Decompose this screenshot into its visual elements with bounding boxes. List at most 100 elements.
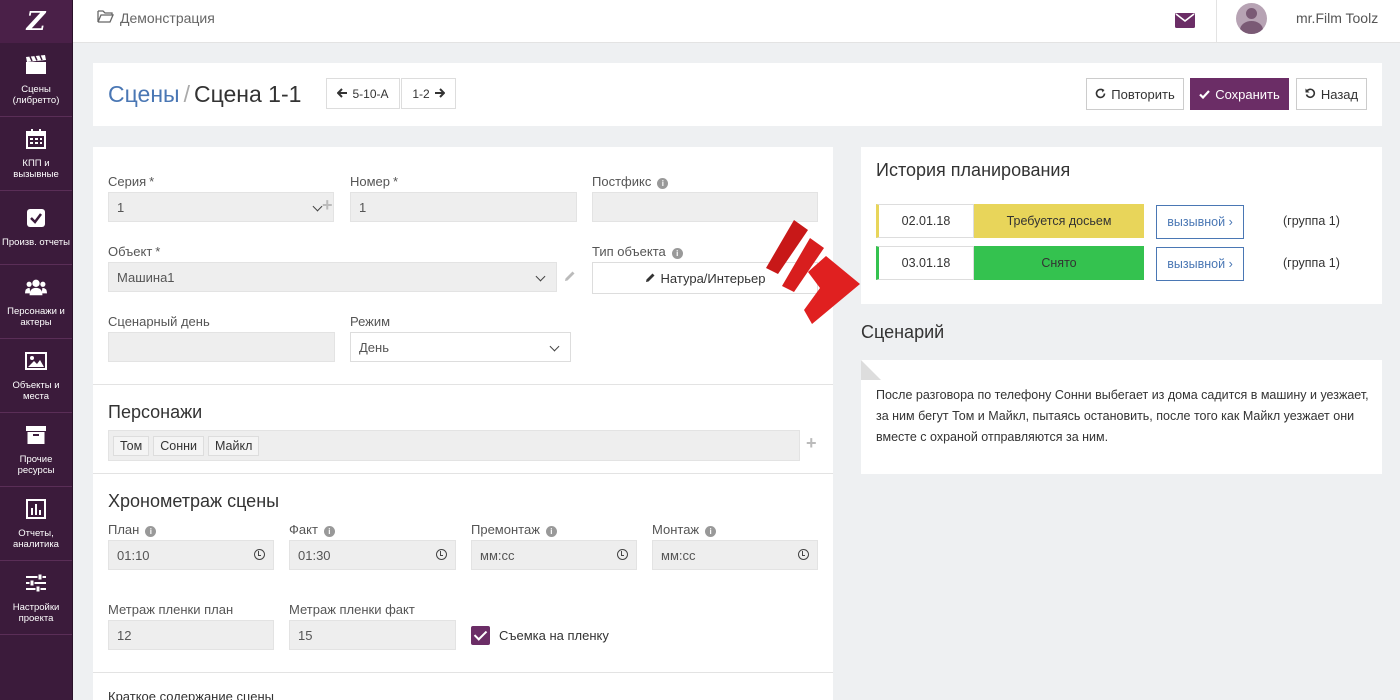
topbar: Демонстрация mr.Film Toolz: [73, 0, 1400, 43]
film-shoot-checkbox[interactable]: [471, 626, 490, 645]
fact-time-input[interactable]: 01:30: [289, 540, 456, 570]
sidebar-item-label: Сцены (либретто): [12, 83, 60, 106]
scene-form: Серия * 1 + Номер * 1 Постфикс i Объект * Ма…: [93, 147, 833, 700]
sidebar-item-production-reports[interactable]: Произв. отчеты: [0, 191, 72, 265]
history-group: (группа 1): [1283, 256, 1340, 270]
repeat-button[interactable]: Повторить: [1086, 78, 1184, 110]
scene-title: Сцена 1-1: [193, 81, 302, 107]
user-name[interactable]: mr.Film Toolz: [1296, 10, 1378, 26]
plan-label: План i: [108, 522, 157, 537]
refresh-icon: [1095, 87, 1106, 102]
sidebar-item-locations[interactable]: Объекты и места: [0, 339, 72, 413]
series-select[interactable]: 1: [108, 192, 334, 222]
object-label: Объект *: [108, 244, 161, 259]
info-icon[interactable]: i: [671, 248, 683, 259]
mode-select[interactable]: День: [350, 332, 571, 362]
number-label: Номер *: [350, 174, 399, 189]
divider: [93, 672, 833, 673]
folder-icon: [97, 10, 114, 26]
clock-icon: [617, 549, 628, 560]
film-fact-label: Метраж пленки факт: [289, 602, 415, 617]
object-type-label: Тип объекта i: [592, 244, 683, 259]
sidebar-item-settings[interactable]: Настройки проекта: [0, 561, 72, 635]
number-input[interactable]: 1: [350, 192, 577, 222]
red-arrow-annotation: [760, 212, 862, 330]
characters-title: Персонажи: [108, 402, 203, 422]
arrow-left-icon: [337, 87, 348, 101]
users-icon: [25, 276, 47, 298]
app-logo[interactable]: Z: [0, 0, 72, 43]
object-select[interactable]: Машина1: [108, 262, 557, 292]
film-fact-input[interactable]: 15: [289, 620, 456, 650]
title-separator: /: [183, 81, 190, 107]
sidebar-item-resources[interactable]: Прочие ресурсы: [0, 413, 72, 487]
prev-scene-button[interactable]: 5-10-А: [326, 78, 400, 109]
divider: [93, 384, 833, 385]
timing-title: Хронометраж сцены: [108, 491, 280, 511]
sidebar-item-label: КПП и вызывные: [13, 157, 59, 180]
scenes-link[interactable]: Сцены: [108, 81, 180, 107]
corner-fold: [861, 360, 881, 380]
history-group: (группа 1): [1283, 214, 1340, 228]
character-tag[interactable]: Сонни: [153, 435, 204, 456]
sidebar-item-label: Произв. отчеты: [2, 237, 70, 248]
sidebar-item-label: Настройки проекта: [12, 601, 60, 624]
sidebar-item-analytics[interactable]: Отчеты, аналитика: [0, 487, 72, 561]
avatar[interactable]: [1236, 3, 1267, 34]
sidebar-item-label: Прочие ресурсы: [17, 453, 55, 476]
save-button[interactable]: Сохранить: [1190, 78, 1289, 110]
sidebar-item-characters[interactable]: Персонажи и актеры: [0, 265, 72, 339]
fact-label: Факт i: [289, 522, 335, 537]
film-plan-label: Метраж пленки план: [108, 602, 234, 617]
info-icon[interactable]: i: [705, 526, 717, 537]
script-day-input[interactable]: [108, 332, 335, 362]
sidebar: Z Сцены (либретто) КПП и вызывные Произв…: [0, 0, 73, 700]
clock-icon: [254, 549, 265, 560]
sidebar-item-callsheets[interactable]: КПП и вызывные: [0, 117, 72, 191]
object-type-value: Натура/Интерьер: [660, 270, 766, 286]
bar-chart-icon: [25, 498, 47, 520]
premontage-time-input[interactable]: мм:сс: [471, 540, 637, 570]
character-tag[interactable]: Майкл: [208, 435, 260, 456]
summary-label: Краткое содержание сцены: [108, 689, 275, 700]
characters-input[interactable]: Том Сонни Майкл: [108, 430, 800, 461]
script-day-label: Сценарный день: [108, 314, 210, 329]
info-icon[interactable]: i: [145, 526, 157, 537]
sidebar-item-scenes[interactable]: Сцены (либретто): [0, 43, 72, 117]
archive-icon: [25, 424, 47, 446]
character-tag[interactable]: Том: [113, 435, 150, 456]
undo-icon: [1305, 87, 1316, 102]
scenario-title: Сценарий: [861, 322, 945, 342]
postfix-label: Постфикс i: [592, 174, 669, 189]
film-plan-input[interactable]: 12: [108, 620, 274, 650]
status-badge: Требуется досьем: [974, 204, 1144, 238]
callsheet-button[interactable]: вызывной ›: [1156, 205, 1244, 239]
pencil-icon[interactable]: [564, 270, 576, 285]
check-icon: [1199, 87, 1210, 102]
scenario-text: После разговора по телефону Сонни выбега…: [876, 388, 1369, 444]
page-header: Сцены / Сцена 1-1 5-10-А 1-2 Повторить Сох…: [93, 63, 1382, 126]
info-icon[interactable]: i: [323, 526, 335, 537]
montage-label: Монтаж i: [652, 522, 717, 537]
info-icon[interactable]: i: [657, 178, 669, 189]
back-button[interactable]: Назад: [1296, 78, 1367, 110]
mode-label: Режим: [350, 314, 391, 329]
repeat-label: Повторить: [1111, 86, 1175, 102]
envelope-icon[interactable]: [1175, 13, 1195, 31]
next-scene-button[interactable]: 1-2: [401, 78, 456, 109]
plan-time-input[interactable]: 01:10: [108, 540, 274, 570]
callsheet-button[interactable]: вызывной ›: [1156, 247, 1244, 281]
divider: [1216, 0, 1217, 43]
checkbox-icon: [25, 207, 47, 229]
add-series-icon[interactable]: +: [322, 195, 333, 216]
montage-time-input[interactable]: мм:сс: [652, 540, 818, 570]
series-label: Серия *: [108, 174, 155, 189]
clapperboard-icon: [25, 54, 47, 76]
info-icon[interactable]: i: [545, 526, 557, 537]
page-title: Сцены / Сцена 1-1: [108, 81, 301, 108]
history-date: 02.01.18: [876, 204, 974, 238]
calendar-icon: [25, 128, 47, 150]
add-character-icon[interactable]: +: [806, 433, 817, 454]
breadcrumb[interactable]: Демонстрация: [97, 10, 215, 26]
history-title: История планирования: [876, 160, 1071, 180]
